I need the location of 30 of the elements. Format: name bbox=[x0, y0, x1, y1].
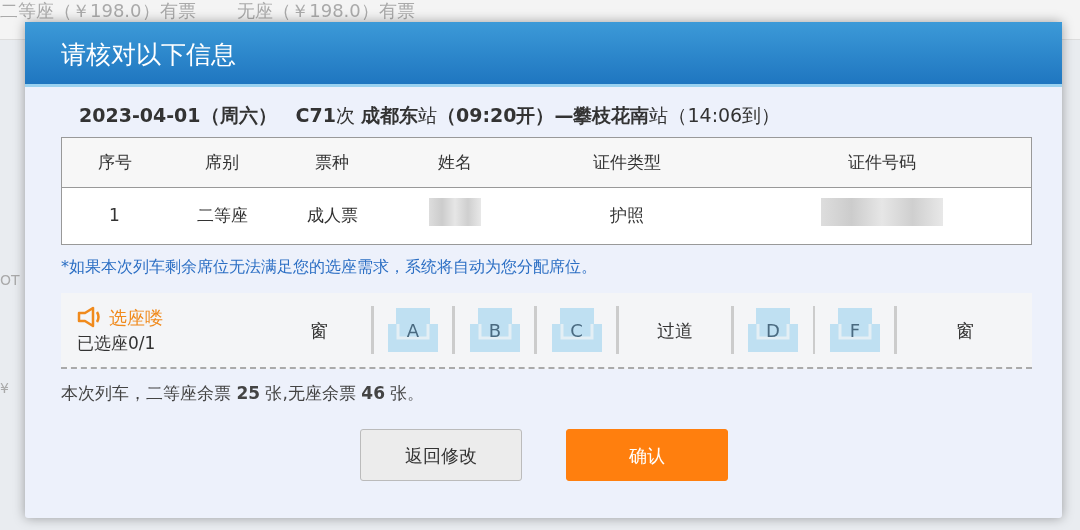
seat-count-text: 已选座0/1 bbox=[77, 331, 157, 355]
table-cell: 1 bbox=[109, 205, 120, 226]
back-button[interactable]: 返回修改 bbox=[359, 429, 522, 481]
seat-button[interactable]: C bbox=[549, 306, 604, 354]
window-label: 窗 bbox=[310, 318, 329, 343]
window-label: 窗 bbox=[955, 318, 974, 343]
trip-summary: 2023-04-01（周六） C71次 成都东站（09:20开）—攀枝花南站（14:06到） bbox=[79, 104, 781, 126]
dialog-title: 请核对以下信息 bbox=[61, 40, 236, 69]
column-header: 姓名 bbox=[437, 151, 472, 172]
seat-button[interactable]: A bbox=[386, 306, 440, 354]
page-text: ¥ bbox=[0, 379, 9, 398]
table-cell: 二等座 bbox=[196, 205, 248, 226]
table-cell: 护照 bbox=[610, 205, 644, 226]
seat-button[interactable]: F bbox=[827, 306, 882, 354]
aisle-label: 过道 bbox=[656, 318, 693, 343]
seat-button[interactable]: D bbox=[746, 306, 801, 354]
table-cell: 成人票 bbox=[306, 205, 358, 226]
column-header: 席别 bbox=[205, 151, 239, 172]
remaining-tickets-text: 本次列车，二等座余票 25 张,无座余票 46 张。 bbox=[61, 383, 425, 403]
notice-text: *如果本次列车剩余席位无法满足您的选座需求，系统将自动为您分配席位。 bbox=[61, 257, 597, 276]
page-text: 二等座（￥198.0）有票 无座（￥198.0）有票 bbox=[0, 0, 415, 21]
confirm-button[interactable]: 确认 bbox=[565, 429, 728, 481]
redacted-text bbox=[428, 198, 481, 227]
column-header: 票种 bbox=[315, 151, 349, 172]
column-header: 证件类型 bbox=[593, 151, 661, 172]
seat-picker-title: 选座喽 bbox=[109, 305, 163, 330]
page-text: OT bbox=[0, 271, 20, 290]
column-header: 证件号码 bbox=[847, 151, 916, 172]
column-header: 序号 bbox=[97, 151, 132, 172]
seat-button[interactable]: B bbox=[467, 306, 522, 354]
